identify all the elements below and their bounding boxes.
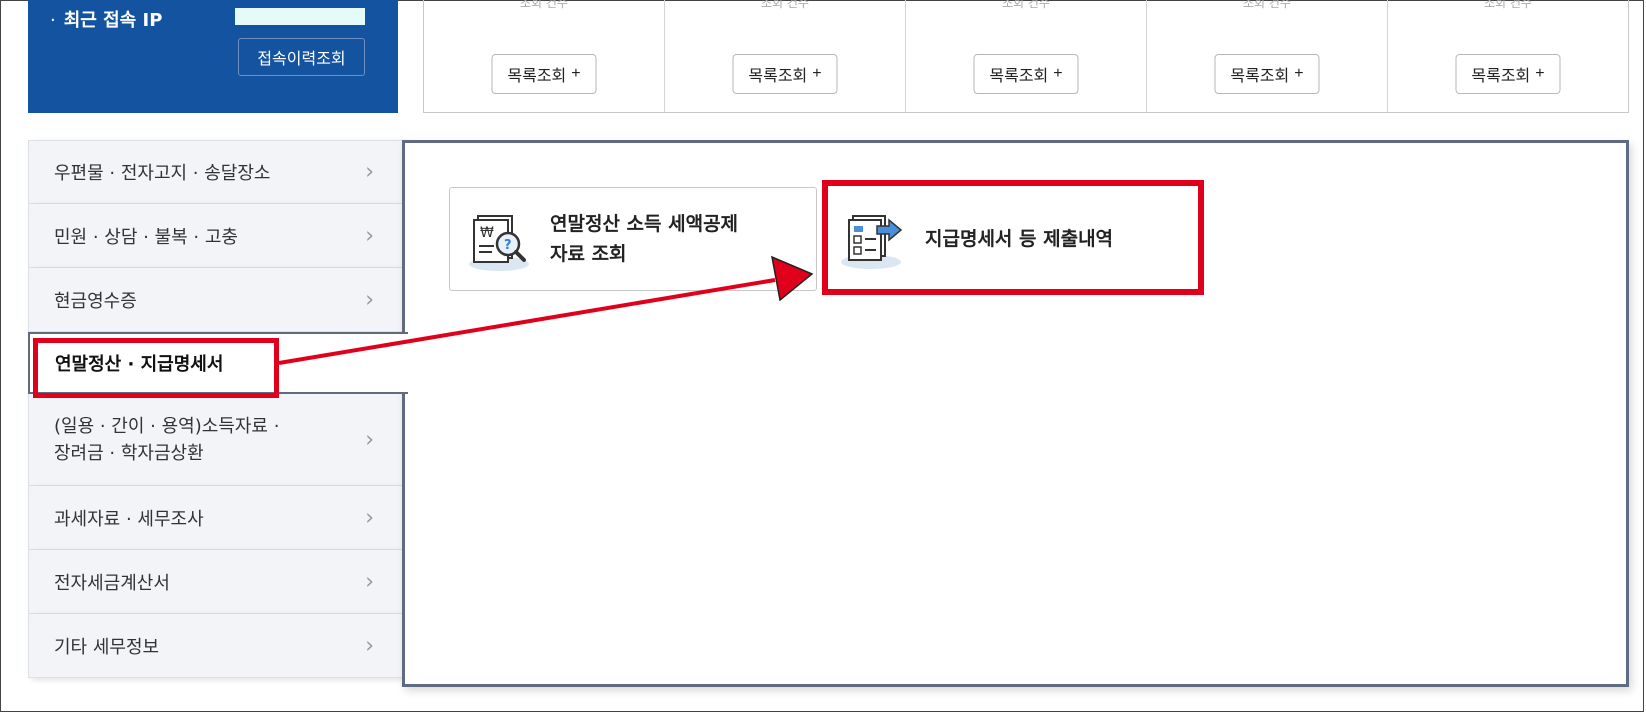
list-cell: 조회 건수 목록조회 + [665,0,906,112]
sidebar-item-e-tax-invoice[interactable]: 전자세금계산서 › [28,550,403,614]
svg-text:?: ? [504,238,512,253]
sidebar-item-label: (일용 · 간이 · 용역)소득자료 · 장려금 · 학자금상환 [54,415,280,464]
year-end-deduction-lookup-card[interactable]: ₩ ? 연말정산 소득 세액공제 자료 조회 [449,187,817,291]
sidebar-item-other-tax-info[interactable]: 기타 세무정보 › [28,614,403,678]
document-submit-icon [841,215,903,269]
sidebar-menu: 우편물 · 전자고지 · 송달장소 › 민원 · 상담 · 불복 · 고충 › … [28,140,408,678]
list-cell: 조회 건수 목록조회 + [1388,0,1628,112]
plus-icon: + [812,65,822,82]
list-cell: 조회 건수 목록조회 + [424,0,665,112]
sidebar-item-label: 과세자료 · 세무조사 [54,508,204,530]
sidebar-item-income-data[interactable]: (일용 · 간이 · 용역)소득자료 · 장려금 · 학자금상환 › [28,394,403,486]
list-panels: 조회 건수 목록조회 + 조회 건수 목록조회 + 조회 건수 목록조회 + 조회 건… [423,0,1629,113]
plus-icon: + [1053,65,1063,82]
list-view-button[interactable]: 목록조회 + [1214,54,1320,94]
chevron-right-icon: › [365,569,374,594]
chevron-right-icon: › [365,159,374,185]
sidebar-item-label: 우편물 · 전자고지 · 송달장소 [54,163,271,184]
recent-ip-label: · 최근 접속 IP [50,10,163,31]
list-cell-top-text: 조회 건수 [1243,0,1291,10]
payment-statement-submission-card[interactable]: 지급명세서 등 제출내역 [825,187,1193,291]
svg-text:₩: ₩ [480,225,494,241]
sidebar-item-tax-audit[interactable]: 과세자료 · 세무조사 › [28,486,403,550]
sidebar-item-mail-notice[interactable]: 우편물 · 전자고지 · 송달장소 › [28,140,403,204]
list-view-button[interactable]: 목록조회 + [491,54,597,94]
chevron-right-icon: › [365,505,374,530]
plus-icon: + [571,65,581,82]
recent-ip-value [235,8,365,25]
sidebar-item-label: 전자세금계산서 [54,572,170,594]
sidebar-item-label: 민원 · 상담 · 불복 · 고충 [54,226,238,248]
sidebar-item-civil-complaint[interactable]: 민원 · 상담 · 불복 · 고충 › [28,204,403,268]
chevron-right-icon: › [365,223,374,248]
list-cell-top-text: 조회 건수 [1484,0,1532,10]
chevron-right-icon: › [365,633,374,658]
receipt-search-icon: ₩ ? [469,215,529,271]
chevron-right-icon: › [365,427,374,452]
sidebar-item-label: 연말정산 · 지급명세서 [55,354,224,375]
plus-icon: + [1294,65,1304,82]
recent-ip-panel: · 최근 접속 IP 접속이력조회 [28,0,398,113]
sidebar-item-year-end-settlement[interactable]: 연말정산 · 지급명세서 [28,332,408,394]
card-label: 지급명세서 등 제출내역 [925,228,1114,250]
sidebar-item-cash-receipt[interactable]: 현금영수증 › [28,268,403,332]
list-cell: 조회 건수 목록조회 + [1147,0,1388,112]
chevron-right-icon: › [365,287,374,312]
list-cell: 조회 건수 목록조회 + [906,0,1147,112]
list-cell-top-text: 조회 건수 [520,0,568,10]
sidebar-item-label: 기타 세무정보 [54,636,160,658]
card-label: 연말정산 소득 세액공제 자료 조회 [550,213,739,265]
plus-icon: + [1535,65,1545,82]
list-cell-top-text: 조회 건수 [1002,0,1050,10]
list-cell-top-text: 조회 건수 [761,0,809,10]
list-view-button[interactable]: 목록조회 + [973,54,1079,94]
content-panel: ₩ ? 연말정산 소득 세액공제 자료 조회 지급명세서 등 제출내역 [402,140,1629,687]
sidebar-item-label: 현금영수증 [54,290,137,312]
list-view-button[interactable]: 목록조회 + [732,54,838,94]
access-history-button[interactable]: 접속이력조회 [238,38,365,76]
list-view-button[interactable]: 목록조회 + [1455,54,1561,94]
